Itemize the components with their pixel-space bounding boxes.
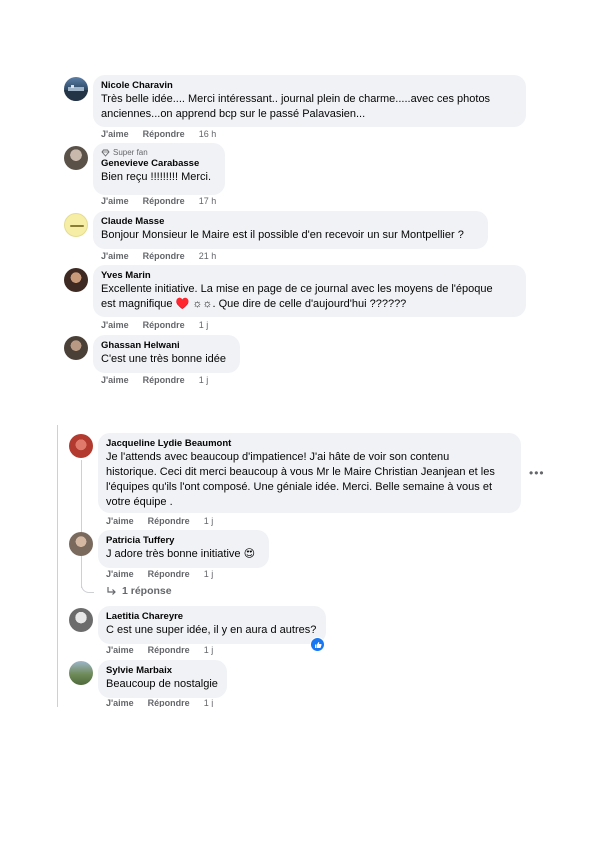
view-replies-link[interactable]: 1 réponse (107, 585, 172, 597)
timestamp[interactable]: 16 h (199, 129, 217, 139)
replies-count: 1 réponse (122, 585, 172, 597)
comment-bubble: Laetitia Chareyre C est une super idée, … (98, 606, 326, 644)
thumbs-up-icon (314, 641, 322, 648)
reply-link[interactable]: Répondre (143, 320, 185, 330)
diamond-icon (101, 149, 110, 157)
reply-link[interactable]: Répondre (143, 129, 185, 139)
comment-text: votre équipe . (106, 496, 173, 508)
avatar[interactable] (69, 661, 93, 685)
timestamp[interactable]: 1 j (204, 516, 214, 526)
avatar[interactable] (64, 268, 88, 292)
comment-author[interactable]: Patricia Tuffery (106, 535, 261, 547)
comment-author[interactable]: Claude Masse (101, 216, 480, 228)
comment-author[interactable]: Genevieve Carabasse (101, 158, 217, 170)
avatar[interactable] (69, 608, 93, 632)
comment-actions: J'aime Répondre 1 j (106, 516, 213, 527)
thread-divider (57, 425, 58, 707)
timestamp[interactable]: 21 h (199, 251, 217, 261)
avatar[interactable] (69, 532, 93, 556)
comment-bubble: Nicole Charavin Très belle idée.... Merc… (93, 75, 526, 127)
comment-actions: J'aime Répondre 16 h (101, 129, 216, 140)
like-link[interactable]: J'aime (101, 129, 129, 139)
comment-author[interactable]: Laetitia Chareyre (106, 611, 318, 623)
comment-text: historique. Ceci dit merci beaucoup à vo… (106, 466, 495, 478)
reply-link[interactable]: Répondre (148, 569, 190, 579)
avatar[interactable] (64, 146, 88, 170)
comment-text: C'est une très bonne idée (101, 353, 227, 365)
like-link[interactable]: J'aime (106, 698, 134, 707)
reply-link[interactable]: Répondre (148, 645, 190, 655)
avatar[interactable] (64, 213, 88, 237)
reply-link[interactable]: Répondre (143, 375, 185, 385)
like-link[interactable]: J'aime (101, 320, 129, 330)
comment-text: Bien reçu !!!!!!!!! Merci. (101, 171, 212, 183)
timestamp[interactable]: 1 j (204, 698, 214, 707)
avatar[interactable] (64, 77, 88, 101)
avatar[interactable] (69, 434, 93, 458)
comment-bubble: Jacqueline Lydie Beaumont Je l'attends a… (98, 433, 521, 513)
comment-text: anciennes...on apprend bcp sur le passé … (101, 108, 366, 120)
comment-text: Excellente initiative. La mise en page d… (101, 283, 493, 295)
comment-actions: J'aime Répondre 1 j (106, 569, 213, 580)
comment-actions: J'aime Répondre 1 j (101, 320, 208, 331)
avatar-photo-icon (64, 85, 88, 101)
like-link[interactable]: J'aime (106, 645, 134, 655)
reply-arrow-icon (107, 586, 116, 595)
reply-link[interactable]: Répondre (148, 698, 190, 707)
timestamp[interactable]: 1 j (199, 375, 209, 385)
more-options-icon[interactable]: ••• (529, 466, 545, 480)
comment-actions: J'aime Répondre 21 h (101, 251, 216, 262)
comment-text: Je l'attends avec beaucoup d'impatience!… (106, 451, 450, 463)
comment-text: C est une super idée, il y en aura d aut… (106, 624, 317, 636)
timestamp[interactable]: 17 h (199, 196, 217, 206)
like-link[interactable]: J'aime (101, 375, 129, 385)
avatar-logo-icon (70, 225, 84, 227)
reply-link[interactable]: Répondre (143, 251, 185, 261)
like-link[interactable]: J'aime (106, 516, 134, 526)
reply-link[interactable]: Répondre (148, 516, 190, 526)
comment-text: Très belle idée.... Merci intéressant.. … (101, 93, 491, 105)
comment-actions: J'aime Répondre 1 j (101, 375, 208, 386)
comment-bubble: Ghassan Helwani C'est une très bonne idé… (93, 335, 240, 373)
comment-author[interactable]: Sylvie Marbaix (106, 665, 219, 677)
comment-bubble: Sylvie Marbaix Beaucoup de nostalgie (98, 660, 227, 698)
comment-bubble: Yves Marin Excellente initiative. La mis… (93, 265, 526, 317)
reply-link[interactable]: Répondre (143, 196, 185, 206)
comment-author[interactable]: Nicole Charavin (101, 80, 518, 92)
like-reaction-icon[interactable] (310, 637, 325, 652)
comment-text: est magnifique ♥️ ☼☼. Que dire de celle … (101, 298, 407, 310)
like-link[interactable]: J'aime (101, 251, 129, 261)
timestamp[interactable]: 1 j (199, 320, 209, 330)
comment-author[interactable]: Yves Marin (101, 270, 518, 282)
comment-actions: J'aime Répondre 1 j (106, 645, 213, 656)
like-link[interactable]: J'aime (101, 196, 129, 206)
comment-text: Beaucoup de nostalgie (106, 678, 218, 690)
comment-author[interactable]: Jacqueline Lydie Beaumont (106, 438, 513, 450)
comment-text: l'équipes qu'ils l'ont composé. Une géni… (106, 481, 493, 493)
comment-text: J adore très bonne initiative 😍 (106, 548, 256, 560)
badge-label: Super fan (113, 148, 148, 157)
timestamp[interactable]: 1 j (204, 645, 214, 655)
comment-actions: J'aime Répondre 1 j (106, 698, 213, 707)
super-fan-badge: Super fan (101, 148, 217, 158)
comment-author[interactable]: Ghassan Helwani (101, 340, 232, 352)
comment-bubble: Claude Masse Bonjour Monsieur le Maire e… (93, 211, 488, 249)
avatar[interactable] (64, 336, 88, 360)
reply-connector (81, 558, 94, 593)
like-link[interactable]: J'aime (106, 569, 134, 579)
timestamp[interactable]: 1 j (204, 569, 214, 579)
comment-bubble: Patricia Tuffery J adore très bonne init… (98, 530, 269, 568)
comment-actions: J'aime Répondre 17 h (101, 196, 216, 207)
comment-bubble: Super fan Genevieve Carabasse Bien reçu … (93, 143, 225, 195)
comment-text: Bonjour Monsieur le Maire est il possibl… (101, 229, 464, 241)
